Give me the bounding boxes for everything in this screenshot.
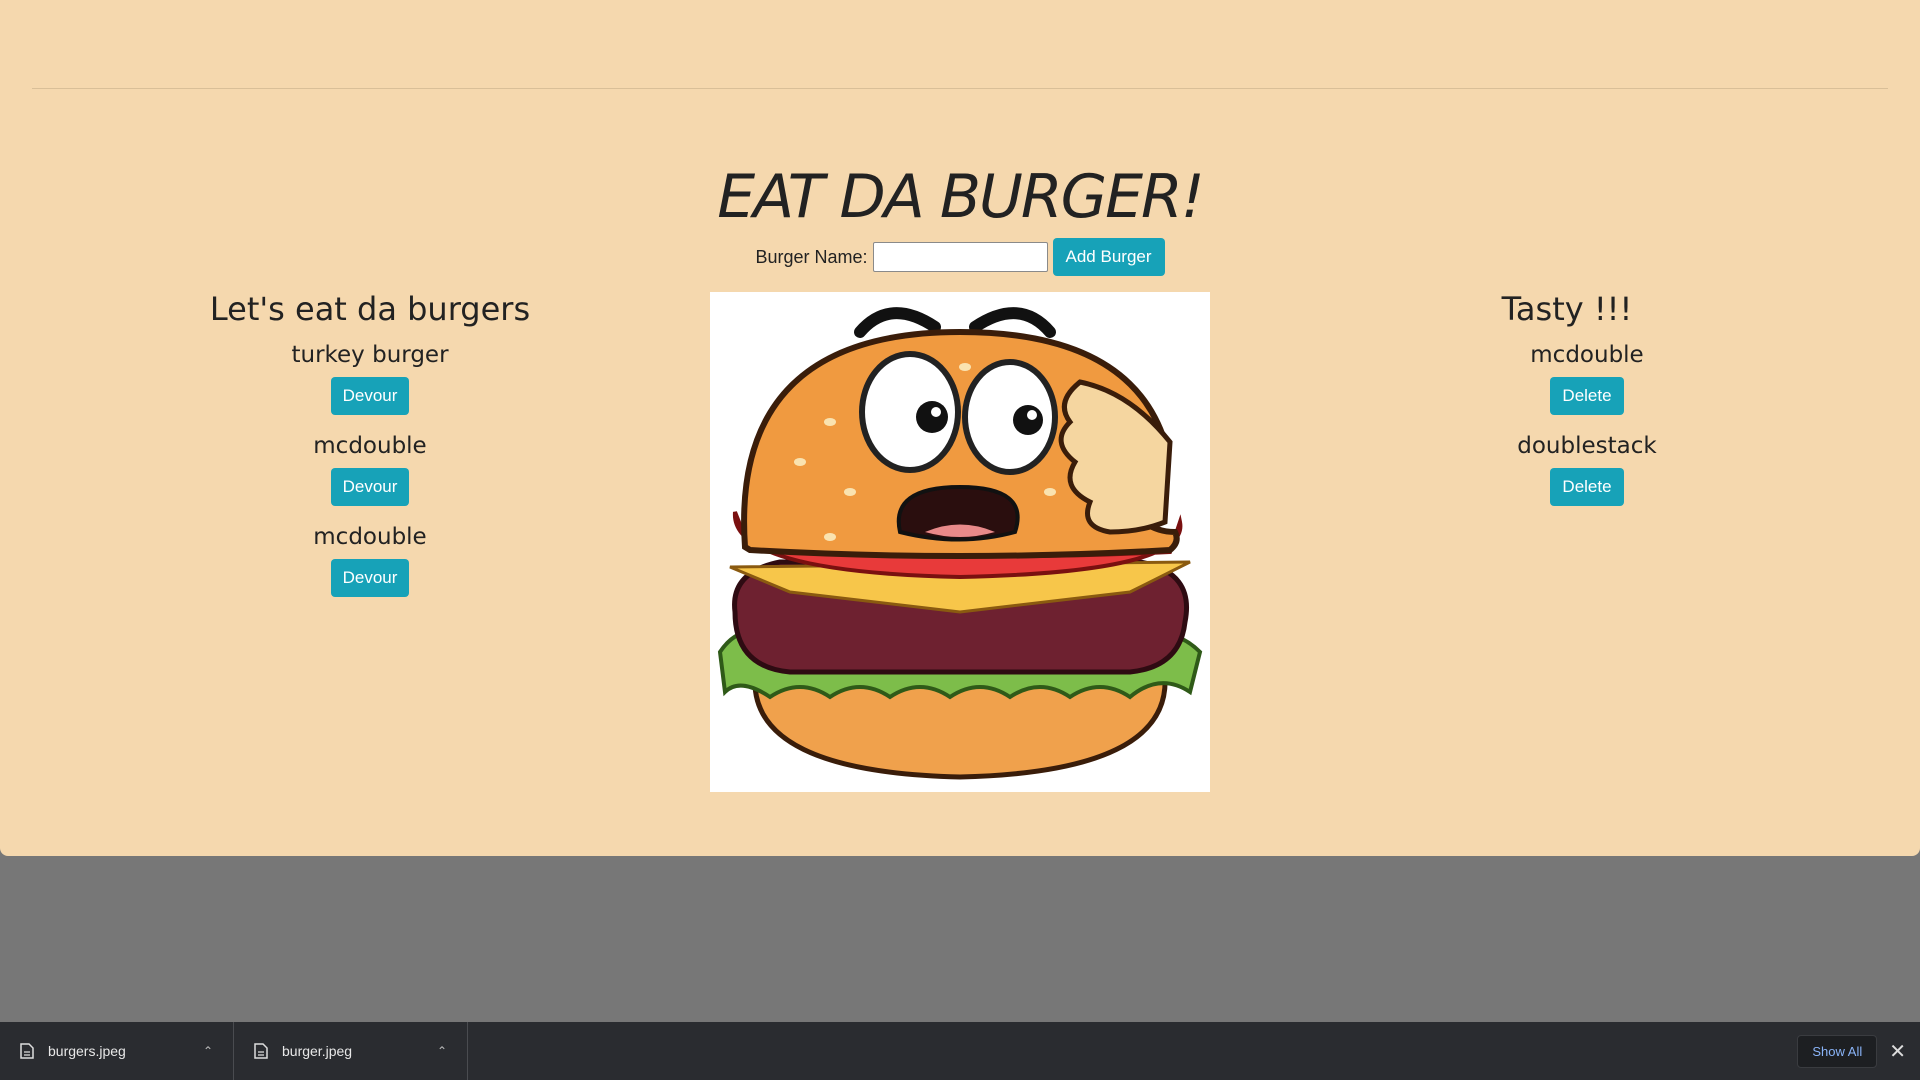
top-divider [32,88,1888,89]
uneaten-burgers-column: Let's eat da burgers turkey burger Devou… [150,290,590,615]
show-all-button[interactable]: Show All [1797,1034,1878,1068]
list-item: doublestack Delete [1367,433,1807,506]
burger-name: turkey burger [291,342,449,368]
devour-button[interactable]: Devour [330,559,410,597]
download-filename: burgers.jpeg [48,1043,126,1059]
devoured-heading: Tasty !!! [1501,290,1633,328]
list-item: mcdouble Devour [150,433,590,506]
download-shelf: burgers.jpeg ⌃ burger.jpeg ⌃ Show All ✕ [0,1022,1920,1080]
list-item: turkey burger Devour [150,342,590,415]
delete-button[interactable]: Delete [1550,468,1624,506]
list-item: mcdouble Delete [1367,342,1807,415]
uneaten-heading: Let's eat da burgers [209,290,531,328]
burger-image [710,292,1210,792]
burger-name: mcdouble [313,433,427,459]
devour-button[interactable]: Devour [330,468,410,506]
devoured-burgers-column: Tasty !!! mcdouble Delete doublestack De… [1367,290,1807,524]
burger-name: mcdouble [1530,342,1644,368]
devour-button[interactable]: Devour [330,377,410,415]
chevron-up-icon[interactable]: ⌃ [203,1044,213,1058]
add-burger-form: Burger Name: Add Burger [0,238,1920,276]
burger-name: mcdouble [313,524,427,550]
chevron-up-icon[interactable]: ⌃ [437,1044,447,1058]
burger-name-label: Burger Name: [755,246,868,267]
burger-name-input[interactable] [872,242,1048,272]
close-icon[interactable]: ✕ [1889,1039,1906,1064]
download-item[interactable]: burgers.jpeg ⌃ [0,1022,234,1080]
page-title: EAT DA BURGER! [717,162,1205,232]
burger-cartoon-icon [717,307,1203,780]
list-item: mcdouble Devour [150,524,590,597]
burger-name: doublestack [1517,433,1657,459]
download-item[interactable]: burger.jpeg ⌃ [234,1022,468,1080]
page-content: EAT DA BURGER! Burger Name: Add Burger L… [0,0,1920,856]
file-icon [20,1043,34,1059]
delete-button[interactable]: Delete [1550,377,1624,415]
add-burger-button[interactable]: Add Burger [1052,238,1165,276]
file-icon [254,1043,268,1059]
download-filename: burger.jpeg [282,1043,353,1059]
